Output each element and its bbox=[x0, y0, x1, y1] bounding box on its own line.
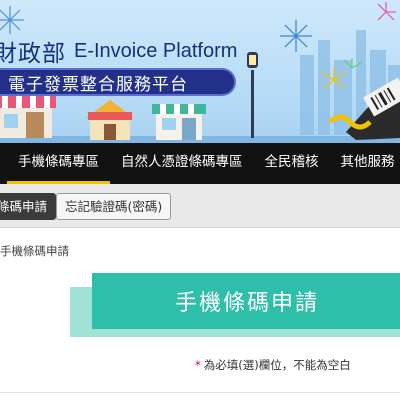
required-star-icon: * bbox=[195, 358, 201, 372]
required-note-text: 為必填(選)欄位，不能為空白 bbox=[203, 358, 351, 372]
brand-logo[interactable]: 財政部 E-Invoice Platform bbox=[0, 38, 238, 68]
main-nav: 手機條碼專區 自然人憑證條碼專區 全民稽核 其他服務 bbox=[0, 143, 400, 184]
platform-subtitle: 電子發票整合服務平台 bbox=[8, 74, 188, 95]
firework-icon bbox=[0, 6, 24, 34]
firework-icon bbox=[280, 20, 312, 52]
shop-illustration bbox=[152, 104, 206, 140]
divider bbox=[0, 392, 400, 393]
required-field-note: * 為必填(選)欄位，不能為空白 bbox=[195, 357, 351, 373]
sub-nav: 條碼申請 忘記驗證碼(密碼) bbox=[0, 184, 400, 228]
street-lamp-icon bbox=[247, 52, 258, 138]
breadcrumb: 手機條碼申請 bbox=[0, 244, 69, 258]
brand-name-en: E-Invoice Platform bbox=[74, 39, 238, 62]
platform-subtitle-badge: 電子發票整合服務平台 bbox=[0, 68, 236, 96]
brand-name-cn: 財政部 bbox=[0, 41, 66, 67]
header-banner: 財政部 E-Invoice Platform 電子發票整合服務平台 bbox=[0, 0, 400, 143]
subtab-forgot-verification-code[interactable]: 忘記驗證碼(密碼) bbox=[56, 193, 172, 220]
page-title-block: 手機條碼申請 bbox=[70, 273, 400, 339]
nav-item-mobile-barcode[interactable]: 手機條碼專區 bbox=[7, 143, 110, 184]
nav-item-public-audit[interactable]: 全民稽核 bbox=[254, 143, 330, 184]
shop-illustration bbox=[0, 96, 56, 138]
nav-item-citizen-cert-barcode[interactable]: 自然人憑證條碼專區 bbox=[110, 143, 254, 184]
page-title-banner: 手機條碼申請 bbox=[92, 273, 400, 329]
shop-illustration bbox=[86, 100, 134, 140]
nav-item-other-services[interactable]: 其他服務 bbox=[330, 143, 400, 184]
page-title: 手機條碼申請 bbox=[174, 291, 319, 316]
subtab-barcode-apply[interactable]: 條碼申請 bbox=[0, 193, 57, 220]
